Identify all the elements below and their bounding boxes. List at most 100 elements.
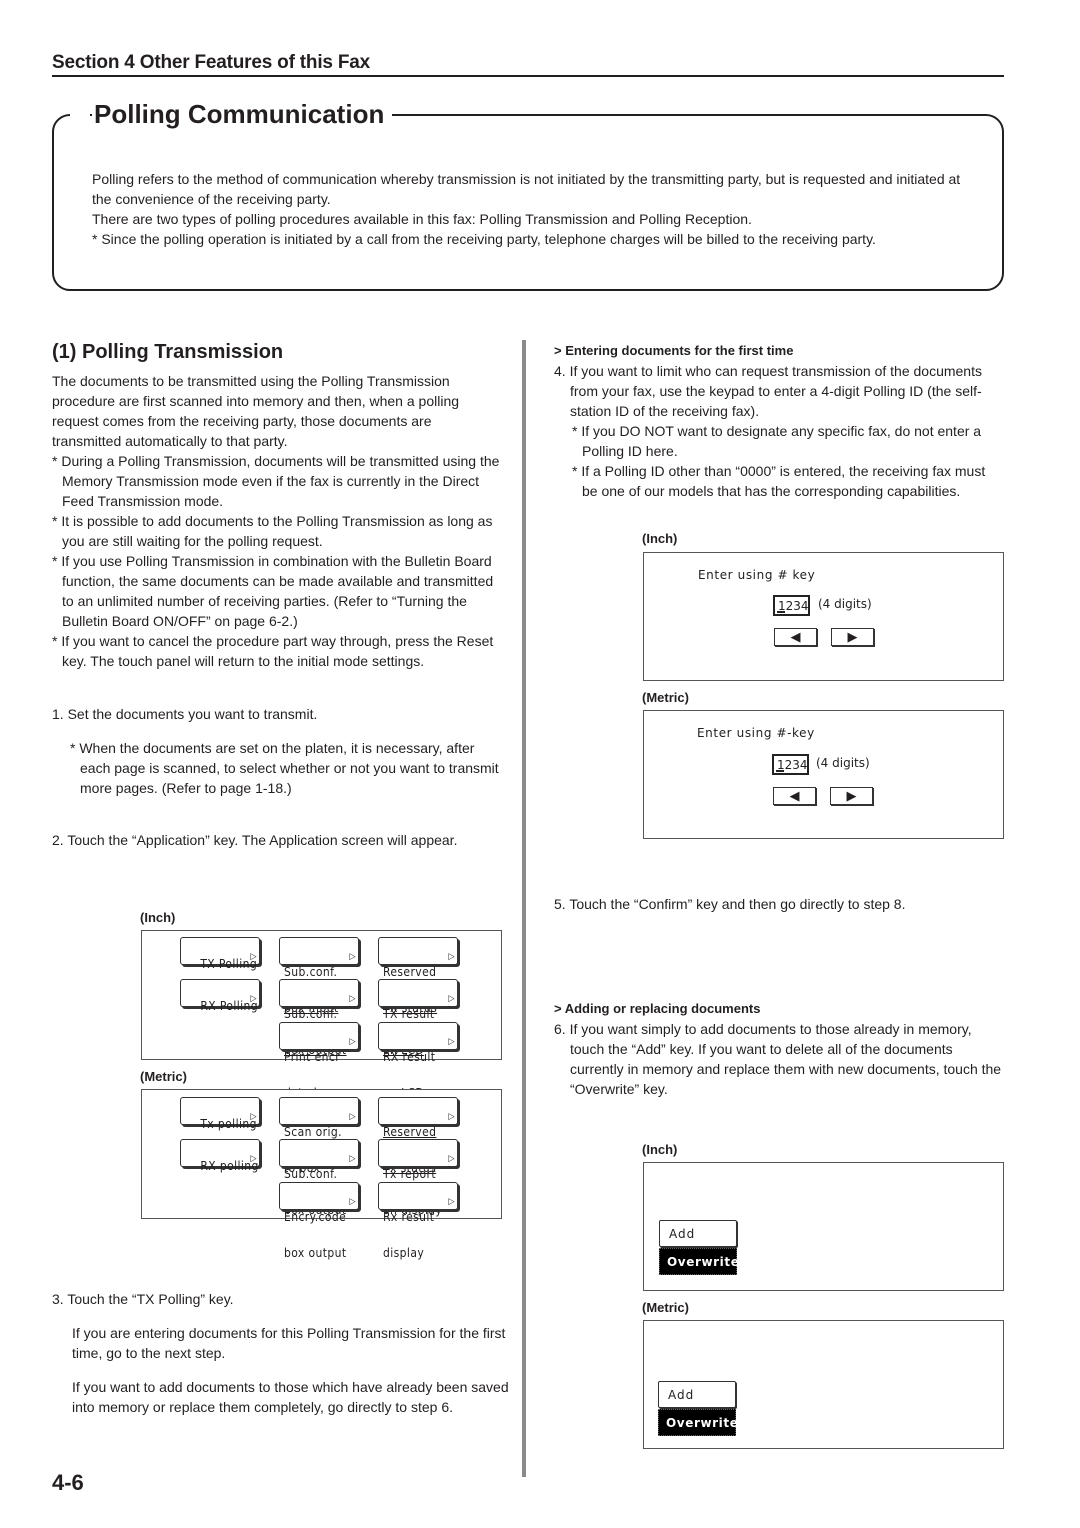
step-3-text: 3. Touch the “TX Polling” key. xyxy=(52,1291,234,1307)
button-label: TX result xyxy=(383,1007,435,1021)
button-label-line2: display xyxy=(383,1246,425,1260)
inch-label: (Inch) xyxy=(140,910,176,925)
add-button[interactable]: Add xyxy=(659,1220,737,1247)
sub-conf-box-output-button[interactable]: Sub.conf. box output ▷ xyxy=(279,979,359,1056)
step-4-text: 4. If you want to limit who can request … xyxy=(554,363,982,419)
polling-id-screen-inch: Enter using # key 1234 (4 digits) ◀ ▶ xyxy=(643,552,1004,681)
button-label: Scan orig. xyxy=(284,1125,342,1139)
pc-paragraph: Polling refers to the method of communic… xyxy=(92,171,961,207)
note-item: * It is possible to add documents to the… xyxy=(52,513,493,549)
rx-polling-button[interactable]: RX polling ▷ xyxy=(180,1139,260,1172)
step-3-line: If you are entering documents for this P… xyxy=(72,1325,506,1361)
polling-id-input[interactable]: 1234 xyxy=(772,754,809,775)
sub-conf-box-input-button[interactable]: Sub.conf. box Input ▷ xyxy=(279,937,359,1014)
arrow-left-icon: ◀ xyxy=(789,788,800,803)
button-label: RX Polling xyxy=(200,999,259,1013)
arrow-right-icon: ▷ xyxy=(250,952,257,962)
cursor-left-button[interactable]: ◀ xyxy=(774,628,817,646)
tx-result-on-lcd-button[interactable]: TX result on LCD ▷ xyxy=(378,979,458,1056)
polling-communication-body: Polling refers to the method of communic… xyxy=(92,169,972,249)
polling-id-screen-metric: Enter using #-key 1234 (4 digits) ◀ ▶ xyxy=(643,710,1004,839)
arrow-right-icon: ▷ xyxy=(448,1154,455,1164)
cursor-right-button[interactable]: ▶ xyxy=(830,787,873,805)
arrow-right-icon: ▷ xyxy=(448,1037,455,1047)
cursor-right-button[interactable]: ▶ xyxy=(831,628,874,646)
polling-transmission-heading: (1) Polling Transmission xyxy=(52,341,284,363)
arrow-right-icon: ▷ xyxy=(349,1037,356,1047)
cursor-left-button[interactable]: ◀ xyxy=(773,787,816,805)
polling-communication-title: Polling Communication xyxy=(92,99,393,130)
text-cursor xyxy=(777,611,785,613)
reserved-tx-status-button[interactable]: Reserved Tx status ▷ xyxy=(378,1097,458,1174)
tx-polling-button[interactable]: Tx polling ▷ xyxy=(180,1097,260,1130)
arrow-right-icon: ▷ xyxy=(250,1112,257,1122)
arrow-right-icon: ▷ xyxy=(349,994,356,1004)
arrow-right-icon: ▷ xyxy=(448,994,455,1004)
step-4-note: * If you DO NOT want to designate any sp… xyxy=(572,423,982,459)
digits-hint: (4 digits) xyxy=(818,597,872,611)
reserved-tx-status-button[interactable]: Reserved TX status ▷ xyxy=(378,937,458,1014)
encry-code-box-output-button[interactable]: Encry.code box output ▷ xyxy=(279,1182,359,1259)
arrow-right-icon: ▶ xyxy=(846,788,857,803)
digits-hint: (4 digits) xyxy=(816,756,870,770)
tx-polling-button[interactable]: TX Polling ▷ xyxy=(180,937,260,970)
subhead-entering-first-time: > Entering documents for the first time xyxy=(554,343,794,358)
arrow-right-icon: ▷ xyxy=(349,952,356,962)
column-divider xyxy=(522,340,526,1477)
add-overwrite-screen-inch: Add Overwrite xyxy=(643,1162,1004,1291)
note-item: * During a Polling Transmission, documen… xyxy=(52,453,500,509)
intro-paragraph: The documents to be transmitted using th… xyxy=(52,373,460,449)
step-5: 5. Touch the “Confirm” key and then go d… xyxy=(554,894,1004,914)
tx-report-on-display-button[interactable]: Tx report on display ▷ xyxy=(378,1139,458,1216)
button-label: Sub.conf. xyxy=(284,965,338,979)
rx-result-display-button[interactable]: Rx result display ▷ xyxy=(378,1182,458,1259)
rx-result-on-lcd-button[interactable]: RX result on LCD ▷ xyxy=(378,1022,458,1099)
step-6: > Adding or replacing documents 6. If yo… xyxy=(554,999,1004,1099)
arrow-right-icon: ▷ xyxy=(349,1197,356,1207)
step-1-text: 1. Set the documents you want to transmi… xyxy=(52,706,318,722)
note-item: * If you want to cancel the procedure pa… xyxy=(52,633,494,669)
pc-note: * Since the polling operation is initiat… xyxy=(92,231,876,247)
button-label: Encry.code xyxy=(284,1210,347,1224)
arrow-right-icon: ▷ xyxy=(250,1154,257,1164)
step-6-text: 6. If you want simply to add documents t… xyxy=(554,1021,1002,1097)
sub-conf-box-output-button[interactable]: Sub.conf. box output ▷ xyxy=(279,1139,359,1216)
button-label: Sub.conf. xyxy=(284,1007,338,1021)
inch-label: (Inch) xyxy=(642,1142,678,1157)
button-label: Reserved xyxy=(383,965,437,979)
step-3: 3. Touch the “TX Polling” key. If you ar… xyxy=(52,1289,512,1431)
overwrite-button[interactable]: Overwrite xyxy=(658,1409,738,1436)
scan-orig-to-box-button[interactable]: Scan orig. to box ▷ xyxy=(279,1097,359,1174)
application-screen-metric: Tx polling ▷ Scan orig. to box ▷ Reserve… xyxy=(141,1089,502,1259)
text-cursor xyxy=(776,770,784,772)
arrow-right-icon: ▷ xyxy=(448,952,455,962)
step-1-note: * When the documents are set on the plat… xyxy=(70,740,499,796)
arrow-left-icon: ◀ xyxy=(790,629,801,644)
button-label: Rx result xyxy=(383,1210,435,1224)
polling-id-input[interactable]: 1234 xyxy=(773,595,810,616)
step-2-text: 2. Touch the “Application” key. The Appl… xyxy=(52,832,458,848)
enter-prompt: Enter using #-key xyxy=(697,726,815,740)
button-label: Sub.conf. xyxy=(284,1167,338,1181)
rx-polling-button[interactable]: RX Polling ▷ xyxy=(180,979,260,1012)
arrow-right-icon: ▷ xyxy=(349,1112,356,1122)
print-encr-data-box-button[interactable]: Print encr data box ▷ xyxy=(279,1022,359,1099)
title-mask-left xyxy=(70,110,90,118)
overwrite-button[interactable]: Overwrite xyxy=(659,1248,739,1275)
polling-transmission-intro: The documents to be transmitted using th… xyxy=(52,371,502,671)
button-label: Tx report xyxy=(383,1167,436,1181)
metric-label: (Metric) xyxy=(642,690,689,705)
add-overwrite-screen-metric: Add Overwrite xyxy=(643,1320,1004,1449)
inch-label: (Inch) xyxy=(642,531,678,546)
button-label: Print encr xyxy=(284,1050,341,1064)
section-rule xyxy=(52,75,1004,77)
add-button[interactable]: Add xyxy=(658,1381,736,1408)
step-4-note: * If a Polling ID other than “0000” is e… xyxy=(572,463,986,499)
arrow-right-icon: ▷ xyxy=(250,994,257,1004)
button-label: Reserved xyxy=(383,1125,437,1139)
enter-prompt: Enter using # key xyxy=(698,568,816,582)
step-5-text: 5. Touch the “Confirm” key and then go d… xyxy=(554,896,906,912)
button-label: RX result xyxy=(383,1050,436,1064)
application-screen-inch: TX Polling ▷ Sub.conf. box Input ▷ Reser… xyxy=(141,930,502,1099)
subhead-adding-replacing: > Adding or replacing documents xyxy=(554,1001,761,1016)
